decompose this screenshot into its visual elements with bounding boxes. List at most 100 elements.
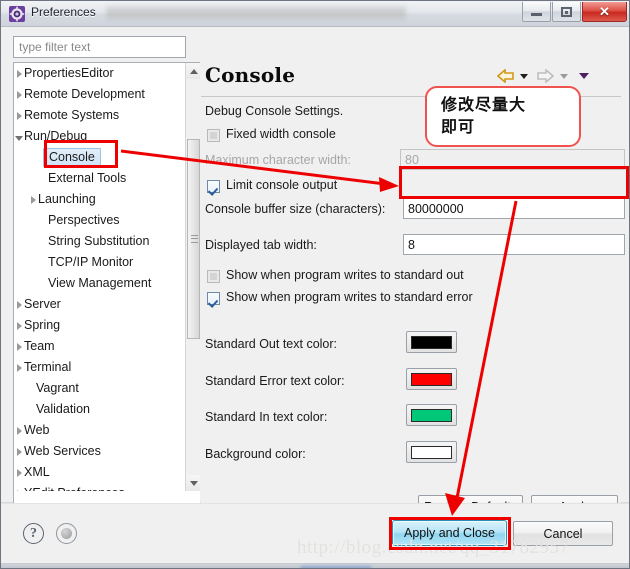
maximize-button[interactable] xyxy=(552,2,581,22)
sidebar-item-label: Validation xyxy=(36,402,90,416)
sidebar-item-web[interactable]: Web xyxy=(14,420,186,441)
record-circle-icon[interactable] xyxy=(56,523,77,544)
tree-collapsed-triangle-icon[interactable] xyxy=(14,63,24,84)
standard-error-color-swatch[interactable] xyxy=(406,368,457,390)
back-dropdown-caret[interactable] xyxy=(517,67,531,85)
sidebar-item-label: Web xyxy=(24,423,50,437)
tree-collapsed-triangle-icon[interactable] xyxy=(14,84,24,105)
console-preference-pane: Console Debug Console Settings. Fixed wi… xyxy=(201,57,625,517)
background-color-swatch[interactable] xyxy=(406,441,457,463)
displayed-tab-width-input[interactable]: 8 xyxy=(403,234,625,255)
sidebar-item-propertieseditor[interactable]: PropertiesEditor xyxy=(14,63,186,84)
tree-collapsed-triangle-icon[interactable] xyxy=(14,462,24,483)
show-stdout-label: Show when program writes to standard out xyxy=(226,268,464,282)
standard-error-color-label: Standard Error text color: xyxy=(205,374,345,388)
standard-out-color-swatch[interactable] xyxy=(406,331,457,353)
tree-collapsed-triangle-icon[interactable] xyxy=(14,294,24,315)
scroll-up-button[interactable] xyxy=(186,63,200,79)
preferences-gear-icon xyxy=(9,6,25,22)
triangle-right-icon xyxy=(16,363,22,372)
tree-collapsed-triangle-icon[interactable] xyxy=(14,420,24,441)
fixed-width-console-checkbox[interactable] xyxy=(207,129,220,142)
forward-dropdown-caret xyxy=(557,67,571,85)
tree-collapsed-triangle-icon[interactable] xyxy=(14,315,24,336)
sidebar-item-remote-development[interactable]: Remote Development xyxy=(14,84,186,105)
color-chip xyxy=(411,335,452,349)
triangle-right-icon xyxy=(16,90,22,99)
tree-collapsed-triangle-icon[interactable] xyxy=(14,357,24,378)
console-buffer-size-input[interactable]: 80000000 xyxy=(403,198,625,219)
chevron-down-icon xyxy=(579,73,589,79)
show-stderr-label: Show when program writes to standard err… xyxy=(226,290,473,304)
sidebar-item-view-management[interactable]: View Management xyxy=(14,273,186,294)
sidebar-item-string-substitution[interactable]: String Substitution xyxy=(14,231,186,252)
help-question-icon[interactable]: ? xyxy=(23,523,44,544)
sidebar-item-console[interactable]: Console xyxy=(14,147,186,168)
back-arrow-icon[interactable] xyxy=(495,67,515,85)
tree-collapsed-triangle-icon[interactable] xyxy=(14,336,24,357)
color-chip xyxy=(411,408,452,422)
sidebar-item-perspectives[interactable]: Perspectives xyxy=(14,210,186,231)
view-menu-caret[interactable] xyxy=(577,67,591,85)
sidebar-item-server[interactable]: Server xyxy=(14,294,186,315)
sidebar-item-label: TCP/IP Monitor xyxy=(48,255,134,269)
standard-in-color-label: Standard In text color: xyxy=(205,410,328,424)
sidebar-item-xml[interactable]: XML xyxy=(14,462,186,483)
triangle-right-icon xyxy=(16,447,22,456)
triangle-down-icon xyxy=(15,135,23,141)
sidebar-item-label: External Tools xyxy=(48,171,127,185)
watermark-text: http://blog.csdn.net/qq_31782957 xyxy=(297,537,570,558)
minimize-button[interactable] xyxy=(522,2,551,22)
tree-expanded-triangle-icon[interactable] xyxy=(14,126,24,147)
window-bottom-edge xyxy=(1,563,629,568)
tree-collapsed-triangle-icon[interactable] xyxy=(28,189,38,210)
chevron-up-icon xyxy=(189,68,198,74)
scrollbar-thumb[interactable] xyxy=(187,139,200,339)
show-stdout-checkbox[interactable] xyxy=(207,270,220,283)
sidebar-item-launching[interactable]: Launching xyxy=(14,189,186,210)
sidebar-item-yedit-preferences[interactable]: YEdit Preferences xyxy=(14,483,186,491)
sidebar-item-vagrant[interactable]: Vagrant xyxy=(14,378,186,399)
preferences-tree: PropertiesEditor Remote Development Remote… xyxy=(13,62,200,511)
tree-collapsed-triangle-icon[interactable] xyxy=(14,483,24,491)
limit-console-output-checkbox[interactable] xyxy=(207,180,220,193)
sidebar-item-tcp-ip-monitor[interactable]: TCP/IP Monitor xyxy=(14,252,186,273)
console-buffer-size-label: Console buffer size (characters): xyxy=(205,202,386,216)
triangle-right-icon xyxy=(30,195,36,204)
tree-collapsed-triangle-icon[interactable] xyxy=(14,105,24,126)
triangle-right-icon xyxy=(16,426,22,435)
tree-vertical-scrollbar[interactable] xyxy=(185,63,200,491)
chevron-down-icon xyxy=(560,73,568,79)
sidebar-item-label: View Management xyxy=(48,276,152,290)
chevron-down-icon xyxy=(189,480,198,486)
sidebar-item-label: Vagrant xyxy=(36,381,79,395)
sidebar-item-validation[interactable]: Validation xyxy=(14,399,186,420)
sidebar-item-label: Web Services xyxy=(24,444,101,458)
scrollbar-grip-icon xyxy=(191,235,198,243)
sidebar-item-run-debug[interactable]: Run/Debug xyxy=(14,126,186,147)
close-button[interactable]: ✕ xyxy=(582,2,627,22)
triangle-right-icon xyxy=(16,69,22,78)
sidebar-item-label: Launching xyxy=(38,192,96,206)
scroll-down-button[interactable] xyxy=(186,475,200,491)
limit-console-output-label: Limit console output xyxy=(226,178,338,192)
show-stderr-checkbox[interactable] xyxy=(207,292,220,305)
tree-collapsed-triangle-icon[interactable] xyxy=(14,441,24,462)
pane-header: Console xyxy=(201,57,621,97)
sidebar-item-spring[interactable]: Spring xyxy=(14,315,186,336)
standard-in-color-swatch[interactable] xyxy=(406,404,457,426)
settings-description: Debug Console Settings. xyxy=(205,104,344,118)
sidebar-item-label: String Substitution xyxy=(48,234,150,248)
sidebar-item-label: PropertiesEditor xyxy=(24,66,114,80)
triangle-right-icon xyxy=(16,111,22,120)
sidebar-item-label: Server xyxy=(24,297,61,311)
triangle-right-icon xyxy=(16,468,22,477)
filter-input[interactable]: type filter text xyxy=(13,36,186,58)
window-title: Preferences xyxy=(31,5,96,19)
sidebar-item-terminal[interactable]: Terminal xyxy=(14,357,186,378)
sidebar-item-team[interactable]: Team xyxy=(14,336,186,357)
triangle-right-icon xyxy=(16,300,22,309)
sidebar-item-web-services[interactable]: Web Services xyxy=(14,441,186,462)
sidebar-item-external-tools[interactable]: External Tools xyxy=(14,168,186,189)
sidebar-item-remote-systems[interactable]: Remote Systems xyxy=(14,105,186,126)
